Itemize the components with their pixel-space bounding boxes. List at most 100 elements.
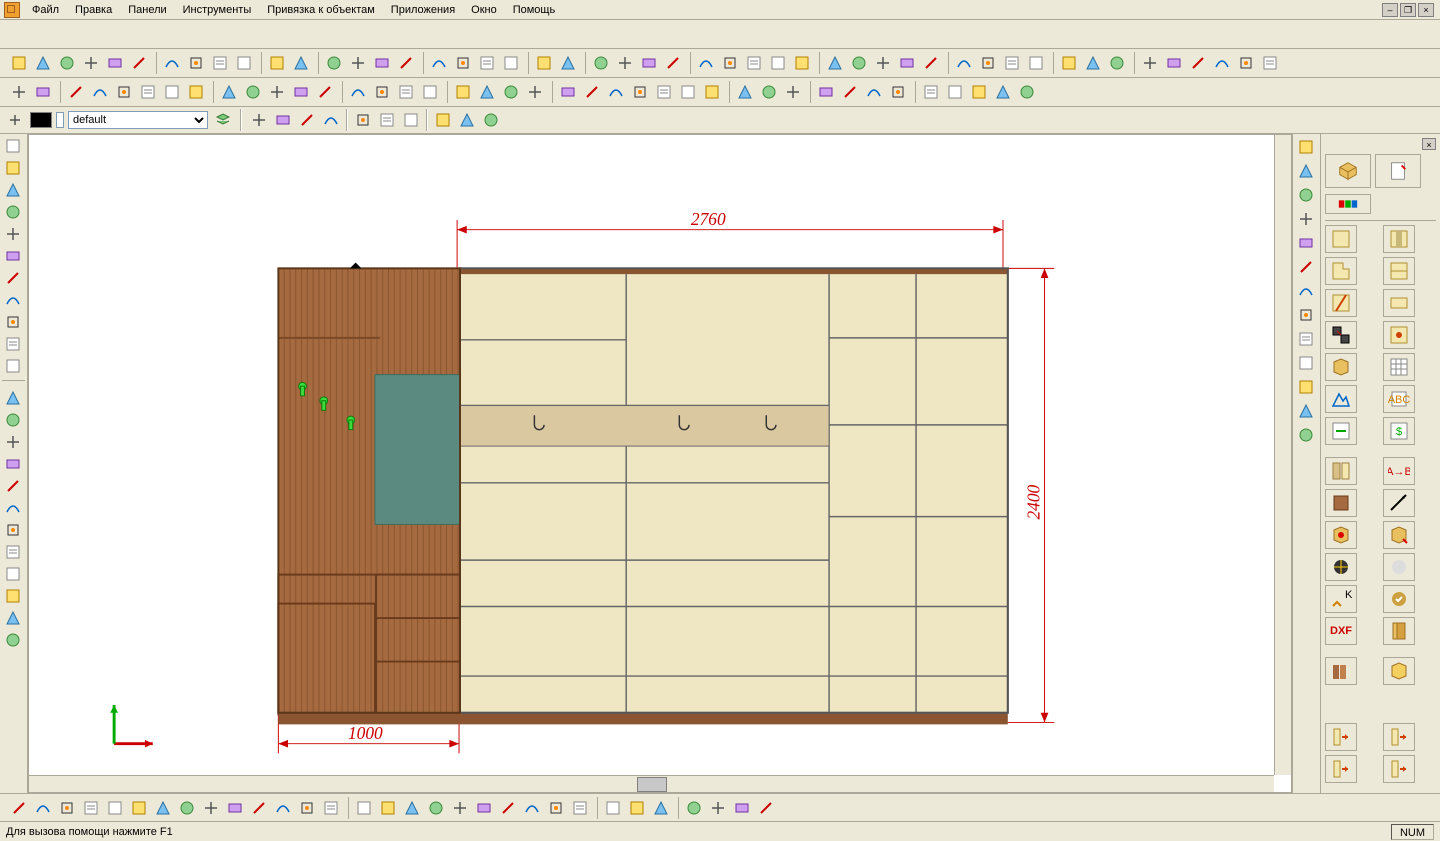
bt-btn-14[interactable] — [353, 797, 375, 819]
rt-anchor2-icon[interactable] — [1295, 280, 1317, 302]
draw-ellipse-icon[interactable] — [2, 334, 24, 354]
layer-tool-9[interactable] — [480, 109, 502, 131]
menu-file[interactable]: Файл — [24, 2, 67, 18]
tb1-btn-4[interactable] — [104, 52, 126, 74]
curve-poly-a-icon[interactable] — [2, 388, 24, 408]
rt-clip-icon[interactable] — [1295, 400, 1317, 422]
tb1-btn-16[interactable] — [428, 52, 450, 74]
minimize-button[interactable]: – — [1382, 3, 1398, 17]
curve-sketch-icon[interactable] — [2, 564, 24, 584]
tb1-btn-41[interactable] — [1082, 52, 1104, 74]
tb2-btn-4[interactable] — [113, 81, 135, 103]
panel-close-icon[interactable]: × — [1422, 138, 1436, 150]
tb1-btn-31[interactable] — [824, 52, 846, 74]
tb2-btn-29[interactable] — [758, 81, 780, 103]
menu-snap[interactable]: Привязка к объектам — [259, 2, 383, 18]
tb1-btn-40[interactable] — [1058, 52, 1080, 74]
layer-tool-3[interactable] — [320, 109, 342, 131]
tb2-btn-17[interactable] — [452, 81, 474, 103]
panel-tool-12[interactable] — [1325, 417, 1357, 445]
panel-tool-20[interactable] — [1325, 553, 1357, 581]
draw-text-icon[interactable] — [2, 246, 24, 266]
tb1-btn-8[interactable] — [209, 52, 231, 74]
bt-btn-7[interactable] — [176, 797, 198, 819]
rt-line2-icon[interactable] — [1295, 208, 1317, 230]
panel-tool-3[interactable] — [1383, 257, 1415, 285]
restore-button[interactable]: ❐ — [1400, 3, 1416, 17]
tb1-btn-33[interactable] — [872, 52, 894, 74]
tb1-btn-32[interactable] — [848, 52, 870, 74]
bt-btn-10[interactable] — [248, 797, 270, 819]
tb1-btn-44[interactable] — [1163, 52, 1185, 74]
tb1-btn-0[interactable] — [8, 52, 30, 74]
menu-edit[interactable]: Правка — [67, 2, 120, 18]
layer-select[interactable]: default — [68, 111, 208, 129]
menu-tools[interactable]: Инструменты — [175, 2, 260, 18]
rt-xyz-icon[interactable] — [1295, 352, 1317, 374]
bt-btn-2[interactable] — [56, 797, 78, 819]
panel-tool-21[interactable] — [1383, 553, 1415, 581]
tb1-btn-15[interactable] — [395, 52, 417, 74]
tb1-btn-14[interactable] — [371, 52, 393, 74]
bt-btn-13[interactable] — [320, 797, 342, 819]
panel-doc-icon[interactable] — [1375, 154, 1421, 188]
bt-btn-19[interactable] — [473, 797, 495, 819]
panel-tool-23[interactable] — [1383, 585, 1415, 613]
tb1-btn-11[interactable] — [290, 52, 312, 74]
panel-bottom-1[interactable] — [1383, 723, 1415, 751]
panel-tool-9[interactable] — [1383, 353, 1415, 381]
panel-tool-24[interactable]: DXF — [1325, 617, 1357, 645]
panel-tool-17[interactable] — [1383, 489, 1415, 517]
bt-btn-3[interactable] — [80, 797, 102, 819]
tb2-btn-27[interactable] — [701, 81, 723, 103]
tb2-btn-24[interactable] — [629, 81, 651, 103]
panel-tool-22[interactable]: K — [1325, 585, 1357, 613]
bt-btn-11[interactable] — [272, 797, 294, 819]
tb2-btn-21[interactable] — [557, 81, 579, 103]
tb1-btn-21[interactable] — [557, 52, 579, 74]
tb1-btn-37[interactable] — [977, 52, 999, 74]
tb1-btn-9[interactable] — [233, 52, 255, 74]
tb2-btn-35[interactable] — [920, 81, 942, 103]
panel-tool-27[interactable] — [1383, 657, 1415, 685]
drawing-canvas[interactable]: 2760 1000 2400 — [29, 135, 1291, 792]
vertical-scrollbar[interactable] — [1274, 135, 1291, 775]
draw-rect-icon[interactable] — [2, 224, 24, 244]
tb1-btn-19[interactable] — [500, 52, 522, 74]
panel-tool-13[interactable]: $ — [1383, 417, 1415, 445]
bt-btn-12[interactable] — [296, 797, 318, 819]
tb2-btn-8[interactable] — [218, 81, 240, 103]
bt-btn-5[interactable] — [128, 797, 150, 819]
tb2-btn-23[interactable] — [605, 81, 627, 103]
tb1-btn-1[interactable] — [32, 52, 54, 74]
panel-tool-25[interactable] — [1383, 617, 1415, 645]
tb1-btn-43[interactable] — [1139, 52, 1161, 74]
bt-btn-28[interactable] — [707, 797, 729, 819]
layer-tool-5[interactable] — [376, 109, 398, 131]
tb1-btn-13[interactable] — [347, 52, 369, 74]
layer-tool-4[interactable] — [352, 109, 374, 131]
tb1-btn-38[interactable] — [1001, 52, 1023, 74]
tb1-btn-17[interactable] — [452, 52, 474, 74]
tb1-btn-22[interactable] — [590, 52, 612, 74]
tb1-btn-35[interactable] — [920, 52, 942, 74]
tb2-btn-26[interactable] — [677, 81, 699, 103]
tb2-btn-15[interactable] — [395, 81, 417, 103]
tb2-btn-39[interactable] — [1016, 81, 1038, 103]
tb2-btn-22[interactable] — [581, 81, 603, 103]
curve-anchor-icon[interactable] — [2, 542, 24, 562]
tb2-btn-33[interactable] — [863, 81, 885, 103]
panel-tool-15[interactable]: A→B — [1383, 457, 1415, 485]
panel-tool-14[interactable] — [1325, 457, 1357, 485]
panel-tool-5[interactable] — [1383, 289, 1415, 317]
tb1-btn-23[interactable] — [614, 52, 636, 74]
tb2-btn-32[interactable] — [839, 81, 861, 103]
bt-btn-18[interactable] — [449, 797, 471, 819]
tb2-btn-5[interactable] — [137, 81, 159, 103]
bt-btn-20[interactable] — [497, 797, 519, 819]
tb2-btn-12[interactable] — [314, 81, 336, 103]
tb2-btn-6[interactable] — [161, 81, 183, 103]
color-swatch[interactable] — [30, 112, 52, 128]
panel-tool-8[interactable] — [1325, 353, 1357, 381]
tb1-btn-3[interactable] — [80, 52, 102, 74]
